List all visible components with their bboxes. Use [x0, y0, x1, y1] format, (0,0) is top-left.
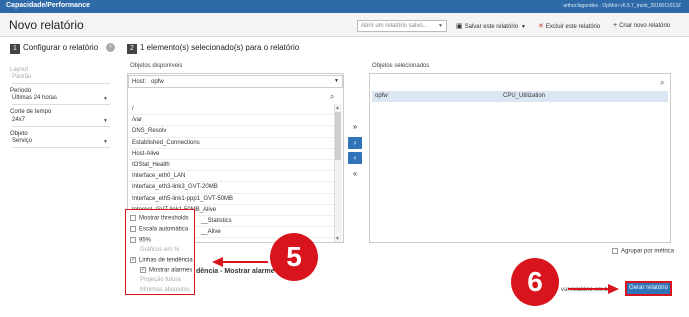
list-item[interactable]: Interface_eth3-link3_GVT-20MB — [129, 182, 334, 194]
app-title: Capacidade/Performance — [6, 2, 91, 9]
check-icon: ✓ — [140, 267, 146, 273]
selected-host: opfw — [375, 93, 388, 99]
close-icon: ✕ — [538, 23, 544, 30]
p95-label: 95% — [139, 237, 152, 244]
report-options-popup: Mostrar thresholds Escala automática 95%… — [125, 209, 195, 295]
chevron-down-icon: ▼ — [438, 23, 443, 29]
top-bar: Capacidade/Performance arthur.fagundes ·… — [0, 0, 689, 13]
add-all-button[interactable]: » — [348, 121, 362, 133]
new-report-button[interactable]: + Criar novo relatório — [613, 22, 670, 29]
show-thresholds-label: Mostrar thresholds — [139, 215, 189, 222]
step-callout-6: 6 — [511, 258, 559, 306]
p95-checkbox[interactable]: 95% — [130, 237, 151, 244]
section-selected-title: 21 elemento(s) selecionado(s) para o rel… — [127, 43, 299, 54]
callout-arrow-6-line — [568, 288, 608, 290]
list-item[interactable]: /var — [129, 115, 334, 127]
user-info: arthur.fagundes · OpMon v6.5.7_trunk_201… — [563, 3, 681, 9]
open-report-select[interactable]: Abrir um relatório salvo... ▼ — [357, 20, 447, 32]
callout-arrow-6 — [608, 284, 619, 294]
save-report-button[interactable]: ▣ Salvar este relatório ▼ — [456, 22, 526, 30]
show-alarms-label: Mostrar alarmes — [149, 267, 193, 274]
object-value: Serviço — [12, 138, 33, 144]
scroll-down-icon[interactable]: ▼ — [335, 236, 340, 242]
host-label: Host: — [132, 79, 147, 85]
list-item[interactable]: IOStat_Health — [129, 160, 334, 172]
new-report-label: Criar novo relatório — [619, 23, 671, 29]
plus-icon: + — [613, 22, 618, 29]
list-item[interactable]: / — [129, 104, 334, 116]
chevron-down-icon: ▼ — [103, 139, 108, 145]
show-thresholds-checkbox[interactable]: Mostrar thresholds — [130, 215, 189, 222]
selected-objects-label: Objetos selecionados — [372, 63, 430, 69]
host-value: opfw — [151, 79, 164, 85]
step-callout-5: 5 — [270, 233, 318, 281]
layout-select[interactable]: Padrão — [12, 74, 110, 84]
percent-charts-option: Gráficos em % — [140, 247, 180, 253]
layout-value: Padrão — [12, 74, 32, 80]
checkbox-icon — [130, 237, 136, 243]
available-scroll-thumb[interactable] — [335, 112, 341, 160]
period-label: Período — [10, 88, 32, 94]
auto-scale-checkbox[interactable]: Escala automática — [130, 226, 188, 233]
timecut-value: 24x7 — [12, 117, 26, 123]
group-by-metric-label: Agrupar por métrica — [621, 248, 675, 255]
collapse-left-icon[interactable]: ‹ — [106, 43, 115, 52]
section-selected-label: 1 elemento(s) selecionado(s) para o rela… — [140, 43, 300, 52]
add-button[interactable]: › — [348, 137, 362, 149]
selected-service: CPU_Utilization — [503, 93, 546, 99]
page-title: Novo relatório — [9, 18, 84, 32]
checkbox-icon — [130, 215, 136, 221]
report-options-summary: dência - Mostrar alarme — [196, 268, 275, 275]
chevron-down-icon: ▼ — [334, 78, 339, 84]
trend-lines-checkbox[interactable]: ✓ Linhas de tendência — [130, 257, 193, 264]
step-badge-2: 2 — [127, 44, 137, 54]
auto-scale-label: Escala automática — [139, 226, 189, 233]
period-select[interactable]: Últimas 24 horas ▼ — [12, 95, 110, 105]
trend-lines-label: Linhas de tendência — [139, 257, 193, 264]
layout-label: Layout — [10, 67, 29, 73]
step-badge-1: 1 — [10, 44, 20, 54]
list-item[interactable]: Host-Alive — [129, 149, 334, 160]
future-projection-option: Projeção futura — [140, 277, 181, 283]
save-report-label: Salvar este relatório — [464, 24, 518, 30]
open-report-placeholder: Abrir um relatório salvo... — [361, 23, 428, 29]
table-row[interactable]: opfw CPU_Utilization — [372, 91, 668, 102]
timecut-select[interactable]: 24x7 ▼ — [12, 117, 110, 127]
host-select[interactable]: Host: opfw ▼ — [128, 75, 343, 88]
timecut-label: Corte de tempo — [10, 109, 52, 115]
delete-report-label: Excluir este relatório — [545, 24, 601, 30]
chevron-down-icon: ▼ — [103, 118, 108, 124]
checkbox-icon — [130, 226, 136, 232]
object-label: Objeto — [10, 131, 28, 137]
generate-report-button[interactable]: Gerar relatório — [627, 283, 670, 294]
list-item[interactable]: Established_Connections — [129, 138, 334, 149]
page-header: Novo relatório Abrir um relatório salvo.… — [0, 13, 689, 37]
search-icon[interactable]: ⌕ — [330, 92, 334, 102]
checkbox-icon — [612, 248, 618, 254]
chevron-down-icon: ▼ — [520, 24, 526, 30]
section-configure-label: Configurar o relatório — [23, 43, 99, 52]
remove-all-button[interactable]: « — [348, 168, 362, 180]
remove-button[interactable]: ‹ — [348, 152, 362, 164]
list-item[interactable]: Interface_eth5-link1-ppp1_GVT-50MB — [129, 194, 334, 205]
scroll-up-icon[interactable]: ▲ — [335, 105, 340, 111]
section-configure-title: 1 Configurar o relatório — [10, 43, 98, 54]
chevron-down-icon: ▼ — [103, 96, 108, 102]
group-by-metric-checkbox[interactable]: Agrupar por métrica — [612, 248, 674, 255]
object-select[interactable]: Serviço ▼ — [12, 138, 110, 148]
show-alarms-checkbox[interactable]: ✓ Mostrar alarmes — [140, 267, 192, 274]
absolute-minimums-option: Mínimas absolutos — [140, 287, 191, 293]
check-icon: ✓ — [130, 257, 136, 263]
save-icon: ▣ — [456, 23, 463, 30]
callout-arrow-5-line — [222, 261, 268, 263]
generate-report-button-frame: Gerar relatório — [625, 281, 672, 296]
search-icon[interactable]: ⌕ — [660, 78, 664, 88]
delete-report-button[interactable]: ✕ Excluir este relatório — [538, 22, 600, 30]
list-item[interactable]: Interface_eth0_LAN — [129, 171, 334, 183]
list-item[interactable]: DNS_Resolv — [129, 126, 334, 138]
available-objects-label: Objetos disponíveis — [130, 63, 183, 69]
period-value: Últimas 24 horas — [12, 95, 58, 101]
